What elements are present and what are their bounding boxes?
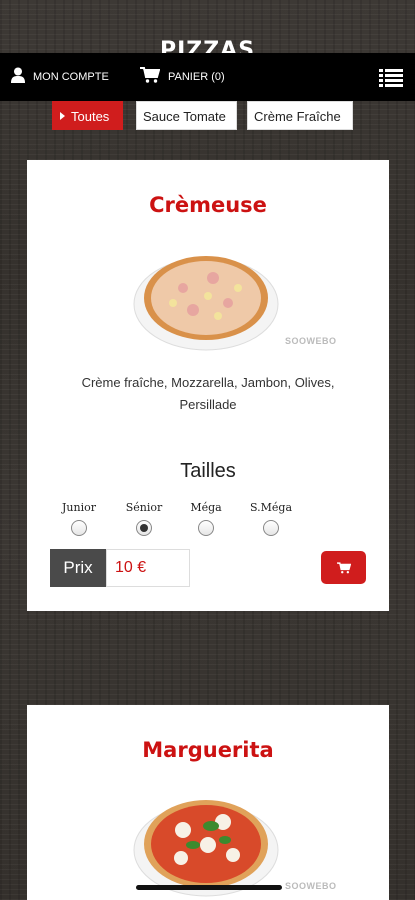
pizza-image xyxy=(133,790,283,900)
filter-bar: Toutes Sauce Tomate Crème Fraîche xyxy=(0,101,415,131)
user-icon xyxy=(11,67,25,86)
account-link[interactable]: MON COMPTE xyxy=(11,67,109,86)
home-indicator xyxy=(136,885,282,890)
size-option-mega: Méga xyxy=(176,501,236,536)
size-option-senior: Sénior xyxy=(114,501,174,536)
cart-icon xyxy=(140,67,161,86)
pizza-image xyxy=(133,248,283,358)
watermark-logo: SOOWEBO xyxy=(285,881,337,891)
cart-link[interactable]: PANIER (0) xyxy=(140,67,225,86)
size-option-s-mega: S.Méga xyxy=(241,501,301,536)
caret-right-icon xyxy=(60,112,65,120)
size-radio-senior[interactable] xyxy=(136,520,152,536)
cart-icon xyxy=(336,561,351,573)
size-radio-s-mega[interactable] xyxy=(263,520,279,536)
cart-label: PANIER (0) xyxy=(168,70,225,83)
watermark-logo: SOOWEBO xyxy=(285,336,337,346)
product-name: Crèmeuse xyxy=(149,193,267,217)
product-description: Crème fraîche, Mozzarella, Jambon, Olive… xyxy=(81,375,335,412)
top-navbar: MON COMPTE PANIER (0) xyxy=(0,53,415,101)
size-option-junior: Junior xyxy=(49,501,109,536)
price-label: Prix xyxy=(50,549,106,587)
product-card: Marguerita SOOWEBO xyxy=(27,705,389,900)
add-to-cart-button[interactable] xyxy=(321,551,366,584)
filter-sauce-tomate[interactable]: Sauce Tomate xyxy=(136,101,237,130)
list-menu-icon[interactable] xyxy=(379,68,403,88)
account-label: MON COMPTE xyxy=(33,70,109,83)
size-radio-mega[interactable] xyxy=(198,520,214,536)
size-radio-junior[interactable] xyxy=(71,520,87,536)
filter-toutes[interactable]: Toutes xyxy=(52,101,123,130)
sizes-title: Tailles xyxy=(180,460,236,482)
product-card: Crèmeuse SOOWEBO Crème fraîche, Mozzarel… xyxy=(27,160,389,611)
product-name: Marguerita xyxy=(142,738,274,762)
filter-creme-fraiche[interactable]: Crème Fraîche xyxy=(247,101,353,130)
price-value: 10 € xyxy=(106,549,190,587)
